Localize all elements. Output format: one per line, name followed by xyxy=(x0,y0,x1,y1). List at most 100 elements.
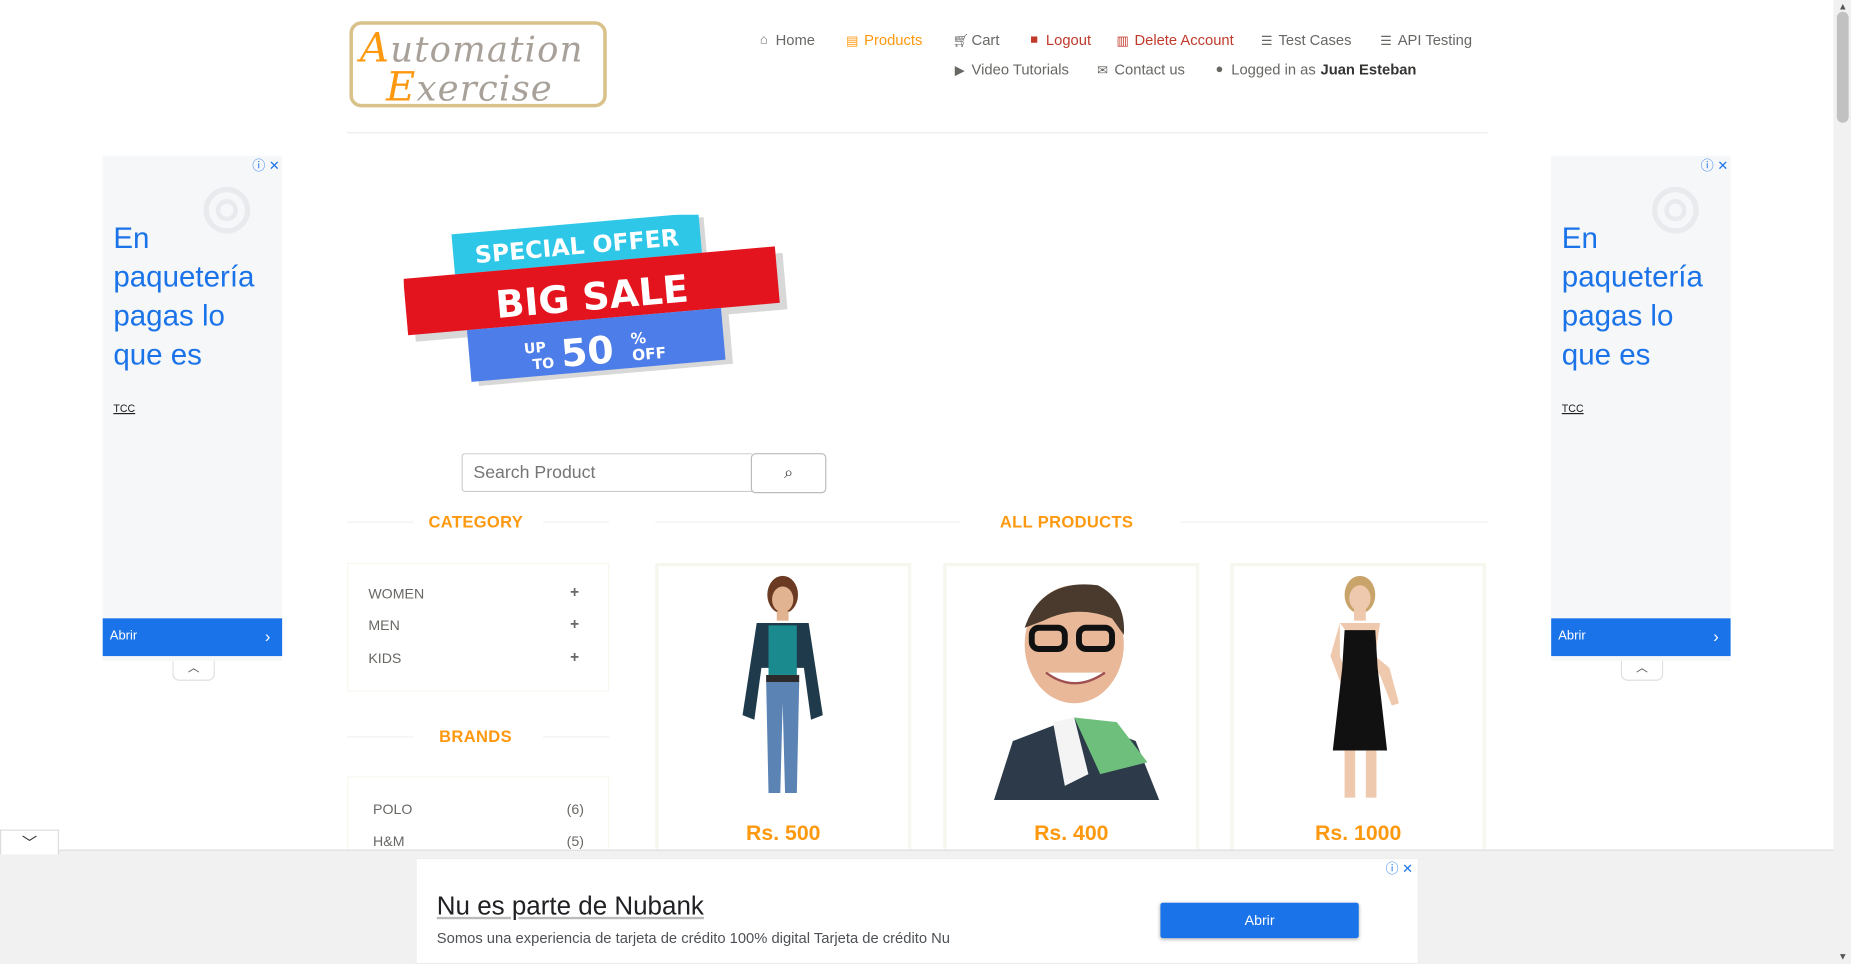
logo-line-2: Exercise xyxy=(386,64,553,111)
product-price: Rs. 500 xyxy=(746,821,821,845)
brands-line-left xyxy=(347,736,414,738)
scroll-up-arrow-icon[interactable]: ▲ xyxy=(1837,1,1849,12)
search-button[interactable]: ⌕ xyxy=(750,453,827,494)
products-line-right xyxy=(1180,521,1488,523)
logged-in-user: Juan Esteban xyxy=(1320,61,1417,78)
ad-info-close-icon[interactable]: ⓘ ✕ xyxy=(1386,859,1413,878)
nav-contact-us-label: Contact us xyxy=(1114,61,1185,78)
left-side-ad[interactable]: ⊚ ⓘ ✕ En paquetería pagas lo que es TCC … xyxy=(102,155,283,661)
banner-off: OFF xyxy=(631,344,666,365)
category-women[interactable]: WOMEN xyxy=(368,585,424,602)
nav-home[interactable]: ⌂ Home xyxy=(757,32,815,49)
all-products-heading: ALL PRODUCTS xyxy=(999,512,1134,531)
right-ad-collapse[interactable]: ︿ xyxy=(1620,660,1664,681)
nav-home-label: Home xyxy=(775,31,815,49)
right-ad-open-button[interactable]: Abrir › xyxy=(1551,618,1731,657)
product-card[interactable]: Rs. 1000 xyxy=(1230,562,1487,870)
nav-contact-us[interactable]: ✉ Contact us xyxy=(1096,61,1185,78)
right-ad-button-label: Abrir xyxy=(1558,628,1586,644)
search-product-input[interactable] xyxy=(461,453,752,493)
nav-video-tutorials[interactable]: ▶ Video Tutorials xyxy=(953,61,1069,78)
expand-men-icon[interactable]: + xyxy=(570,615,579,633)
lock-icon: ■ xyxy=(1030,33,1039,48)
scroll-down-arrow-icon[interactable]: ▼ xyxy=(1837,951,1849,962)
bottom-ad-collapse[interactable]: ﹀ xyxy=(0,829,60,855)
trash-icon: ▥ xyxy=(1116,33,1129,48)
products-line-left xyxy=(655,521,960,523)
category-line-left xyxy=(347,521,414,523)
chevron-right-icon: › xyxy=(264,626,271,646)
nav-logout-label: Logout xyxy=(1045,31,1092,49)
right-ad-brand[interactable]: TCC xyxy=(1562,402,1584,414)
ad-info-close-icon[interactable]: ⓘ ✕ xyxy=(252,156,279,175)
ad-info-close-icon[interactable]: ⓘ ✕ xyxy=(1701,156,1728,175)
logo-text-2: xercise xyxy=(416,68,553,110)
right-ad-text[interactable]: En paquetería pagas lo que es xyxy=(1562,219,1727,375)
nav-products[interactable]: ▤ Products xyxy=(845,32,922,49)
left-ad-collapse[interactable]: ︿ xyxy=(172,660,215,681)
page-scrollbar[interactable] xyxy=(1833,0,1851,964)
list-icon: ☰ xyxy=(1260,33,1273,48)
left-ad-text[interactable]: En paquetería pagas lo que es xyxy=(113,219,278,375)
nav-test-cases-label: Test Cases xyxy=(1278,31,1352,49)
product-image-man[interactable] xyxy=(970,573,1178,801)
nav-delete-account-label: Delete Account xyxy=(1134,31,1234,49)
nav-cart-label: Cart xyxy=(971,31,1000,49)
logged-in-prefix: Logged in as xyxy=(1231,61,1316,78)
brand-hm-count: (5) xyxy=(566,833,584,850)
products-icon: ▤ xyxy=(846,33,859,48)
logo-cap-e: E xyxy=(386,63,417,111)
nav-test-cases[interactable]: ☰ Test Cases xyxy=(1260,32,1352,49)
banner-percent: 50 xyxy=(559,327,615,375)
brands-heading: BRANDS xyxy=(439,726,512,746)
product-image-dress[interactable] xyxy=(1307,573,1413,800)
product-card[interactable]: Rs. 400 xyxy=(943,562,1200,870)
right-side-ad[interactable]: ⊚ ⓘ ✕ En paquetería pagas lo que es TCC … xyxy=(1551,155,1731,661)
list-icon: ☰ xyxy=(1380,33,1392,48)
brand-hm[interactable]: H&M xyxy=(373,833,404,850)
category-line-right xyxy=(543,521,610,523)
cart-icon: 🛒︎ xyxy=(952,33,970,48)
product-price: Rs. 400 xyxy=(1034,821,1109,845)
product-price: Rs. 1000 xyxy=(1315,821,1402,845)
expand-women-icon[interactable]: + xyxy=(570,583,579,601)
nav-logout[interactable]: ■ Logout xyxy=(1027,32,1091,49)
category-men[interactable]: MEN xyxy=(368,617,399,634)
banner-up: UP xyxy=(523,340,546,358)
nav-video-tutorials-label: Video Tutorials xyxy=(971,61,1069,78)
bottom-ad-subtitle[interactable]: Somos una experiencia de tarjeta de créd… xyxy=(437,930,950,947)
chevron-up-icon: ︿ xyxy=(1636,661,1648,675)
envelope-icon: ✉ xyxy=(1097,63,1109,78)
category-panel: WOMEN + MEN + KIDS + xyxy=(347,562,610,692)
product-card[interactable]: Rs. 500 xyxy=(655,562,912,870)
chevron-up-icon: ︿ xyxy=(187,661,200,675)
user-icon: ● xyxy=(1215,62,1224,77)
sale-banner: SPECIAL OFFER BIG SALE UP TO 50 % OFF xyxy=(403,214,788,386)
chevron-down-icon: ﹀ xyxy=(21,834,38,852)
expand-kids-icon[interactable]: + xyxy=(570,648,579,666)
bottom-ad-open-button[interactable]: Abrir xyxy=(1160,902,1359,939)
header-divider xyxy=(347,132,1488,134)
brands-panel: POLO (6) H&M (5) xyxy=(347,776,610,860)
nav-delete-account[interactable]: ▥ Delete Account xyxy=(1116,32,1234,49)
nav-api-testing-label: API Testing xyxy=(1397,31,1473,49)
brand-polo-count: (6) xyxy=(566,801,584,818)
left-ad-open-button[interactable]: Abrir › xyxy=(102,618,283,657)
scrollbar-thumb[interactable] xyxy=(1836,11,1849,123)
youtube-icon: ▶ xyxy=(954,63,965,78)
brands-line-right xyxy=(543,736,610,738)
category-heading: CATEGORY xyxy=(428,512,524,531)
site-logo[interactable]: Automation Exercise xyxy=(349,21,607,111)
product-image-woman[interactable] xyxy=(724,573,842,800)
bottom-ad-title[interactable]: Nu es parte de Nubank xyxy=(437,891,704,922)
brand-polo[interactable]: POLO xyxy=(373,801,412,818)
bottom-ad[interactable]: ⓘ ✕ Nu es parte de Nubank Somos una expe… xyxy=(415,857,1419,964)
category-kids[interactable]: KIDS xyxy=(368,650,401,667)
search-icon: ⌕ xyxy=(783,462,794,482)
left-ad-brand[interactable]: TCC xyxy=(113,402,135,414)
banner-to: TO xyxy=(532,356,555,374)
nav-cart[interactable]: 🛒︎ Cart xyxy=(953,32,1000,49)
nav-api-testing[interactable]: ☰ API Testing xyxy=(1379,32,1472,49)
chevron-right-icon: › xyxy=(1713,626,1719,646)
home-icon: ⌂ xyxy=(759,33,768,48)
